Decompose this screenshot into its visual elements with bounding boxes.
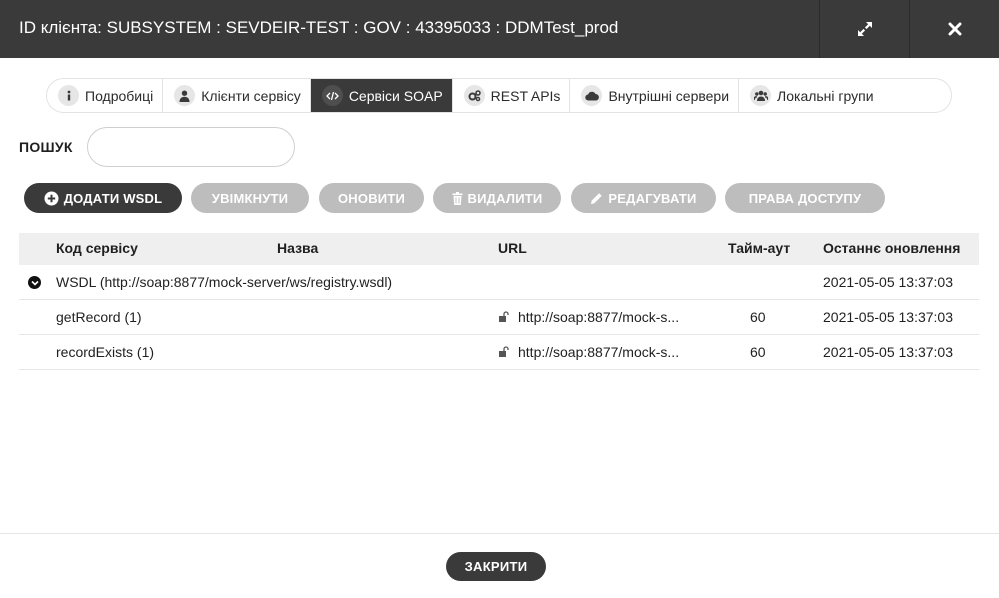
trash-icon [452,191,463,205]
tab-bar: Подробиці Клієнти сервісу Сервіси SOAP R… [46,78,952,113]
action-toolbar: ДОДАТИ WSDL УВІМКНУТИ ОНОВИТИ ВИДАЛИТИ Р… [0,183,999,213]
tab-internal-servers[interactable]: Внутрішні сервери [570,79,740,112]
delete-label: ВИДАЛИТИ [467,190,543,206]
enable-button[interactable]: УВІМКНУТИ [191,183,309,213]
tab-label: Внутрішні сервери [608,87,730,104]
wsdl-label: WSDL (http://soap:8877/mock-server/ws/re… [56,274,393,290]
edit-label: РЕДАГУВАТИ [608,190,697,206]
service-updated: 2021-05-05 13:37:03 [823,344,953,360]
service-url: http://soap:8877/mock-s... [518,344,680,360]
table-row[interactable]: recordExists (1) http://soap:8877/mock-s… [19,335,979,370]
user-icon [174,85,196,106]
delete-button[interactable]: ВИДАЛИТИ [433,183,561,213]
enable-label: УВІМКНУТИ [211,190,289,206]
column-header-timeout[interactable]: Тайм-аут [728,240,790,256]
info-icon [58,85,79,106]
tab-soap-services[interactable]: Сервіси SOAP [310,79,453,112]
close-label: ЗАКРИТИ [464,559,528,574]
service-updated: 2021-05-05 13:37:03 [823,309,953,325]
footer-divider [0,533,999,534]
tab-label: REST APIs [490,87,561,104]
tab-service-clients[interactable]: Клієнти сервісу [163,79,311,112]
close-dialog-button[interactable] [909,0,999,58]
column-header-name[interactable]: Назва [277,240,318,256]
service-url: http://soap:8877/mock-s... [518,309,680,325]
expand-arrows-icon [857,22,872,36]
access-rights-label: ПРАВА ДОСТУПУ [748,190,862,206]
tab-label: Сервіси SOAP [348,87,443,104]
gears-icon [463,85,485,106]
unlock-icon [498,310,510,326]
expand-button[interactable] [819,0,909,58]
table-header: Код сервісу Назва URL Тайм-аут Останнє о… [19,233,979,265]
close-x-icon [948,22,961,36]
wsdl-row[interactable]: WSDL (http://soap:8877/mock-server/ws/re… [19,265,979,300]
dialog-title: ID клієнта: SUBSYSTEM : SEVDEIR-TEST : G… [19,18,619,37]
service-timeout: 60 [750,344,766,360]
refresh-label: ОНОВИТИ [337,190,406,206]
service-code[interactable]: getRecord (1) [56,309,142,325]
close-button[interactable]: ЗАКРИТИ [446,552,546,581]
service-code[interactable]: recordExists (1) [56,344,154,360]
add-wsdl-button[interactable]: ДОДАТИ WSDL [24,183,182,213]
column-header-url[interactable]: URL [498,240,527,256]
unlock-icon [498,345,510,361]
column-header-service-code[interactable]: Код сервісу [56,240,138,256]
access-rights-button[interactable]: ПРАВА ДОСТУПУ [725,183,885,213]
tab-label: Подробиці [85,87,154,104]
dialog-header: ID клієнта: SUBSYSTEM : SEVDEIR-TEST : G… [0,0,999,58]
tab-local-groups[interactable]: Локальні групи [739,79,883,112]
plus-circle-icon [44,191,59,205]
pencil-icon [591,192,603,204]
search-label: ПОШУК [19,139,73,155]
table-row[interactable]: getRecord (1) http://soap:8877/mock-s...… [19,300,979,335]
column-header-last-updated[interactable]: Останнє оновлення [823,240,960,256]
chevron-down-icon[interactable] [28,276,41,289]
tab-label: Клієнти сервісу [201,87,301,104]
code-icon [321,85,343,106]
edit-button[interactable]: РЕДАГУВАТИ [571,183,716,213]
refresh-button[interactable]: ОНОВИТИ [319,183,424,213]
tab-label: Локальні групи [777,87,874,104]
service-timeout: 60 [750,309,766,325]
tab-details[interactable]: Подробиці [47,79,164,112]
cloud-icon [581,85,603,106]
add-wsdl-label: ДОДАТИ WSDL [63,190,163,206]
tab-rest-apis[interactable]: REST APIs [453,79,571,112]
search-input[interactable] [87,127,295,167]
users-icon [750,85,772,106]
wsdl-updated: 2021-05-05 13:37:03 [823,274,953,290]
